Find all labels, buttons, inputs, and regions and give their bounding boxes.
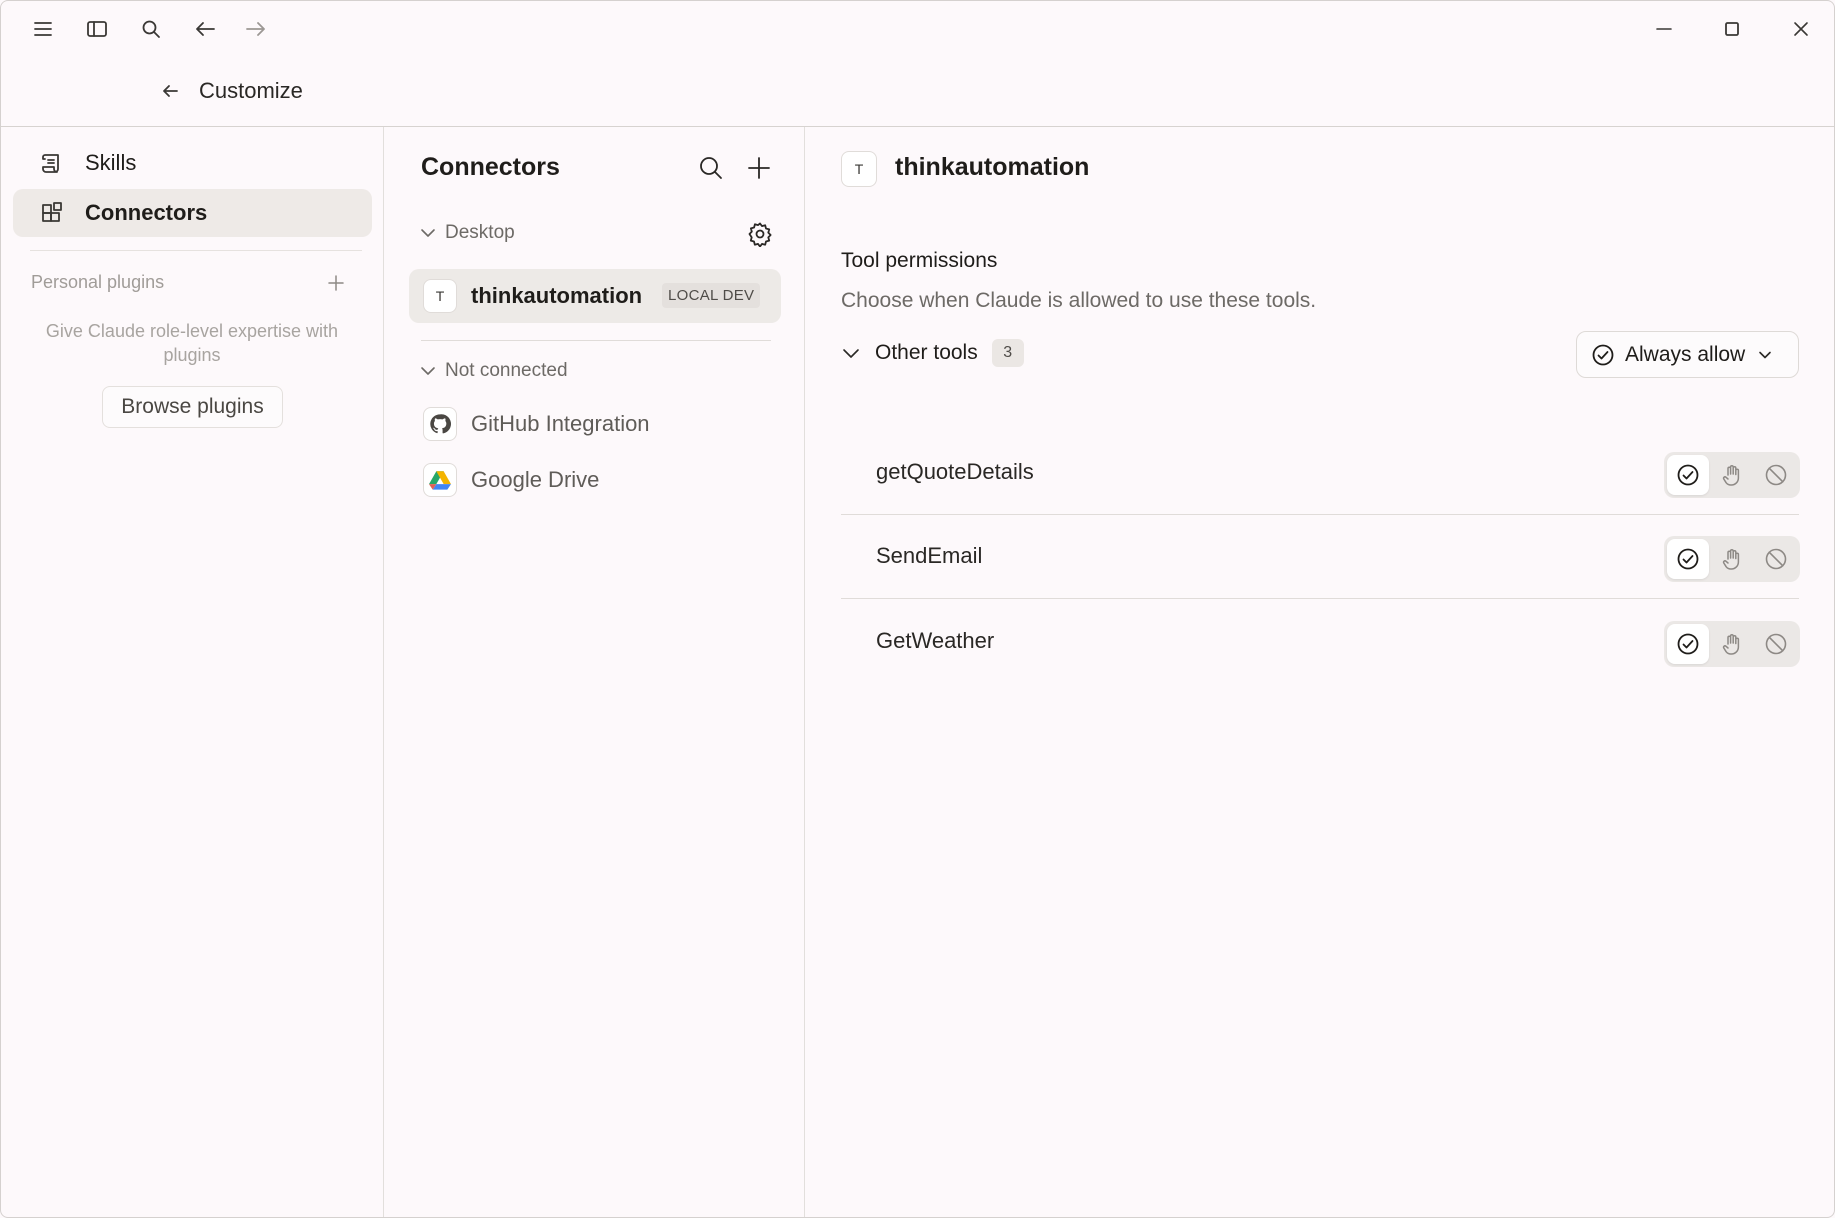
connector-initial: T — [841, 151, 877, 187]
desktop-settings-button[interactable] — [745, 219, 775, 249]
gear-icon — [748, 222, 772, 247]
search-icon — [700, 157, 722, 179]
forward-arrow-icon[interactable] — [242, 15, 270, 43]
allow-button[interactable] — [1667, 539, 1709, 579]
github-icon — [423, 407, 457, 441]
check-circle-icon — [1677, 548, 1699, 570]
permission-dropdown-label: Always allow — [1625, 342, 1746, 366]
sidebar: Skills Connectors Personal plugins Give … — [1, 127, 384, 1217]
check-circle-icon — [1592, 344, 1614, 365]
ask-button[interactable] — [1711, 455, 1753, 495]
sidebar-toggle-icon[interactable] — [83, 15, 111, 43]
tool-count-badge: 3 — [991, 339, 1024, 367]
connectors-panel: Connectors Desktop T thinkautomation LOC… — [385, 127, 805, 1217]
menu-icon[interactable] — [29, 15, 57, 43]
group-not-connected-toggle[interactable]: Not connected — [419, 357, 568, 385]
connector-name: thinkautomation — [471, 283, 643, 308]
connector-detail-panel: T thinkautomation Tool permissions Choos… — [806, 127, 1834, 1217]
check-circle-icon — [1677, 464, 1699, 486]
ban-icon — [1765, 464, 1787, 486]
sidebar-item-label: Skills — [85, 150, 137, 175]
chevron-down-icon — [1759, 351, 1772, 358]
ask-button[interactable] — [1711, 624, 1753, 664]
ban-icon — [1765, 633, 1787, 655]
tool-row: getQuoteDetails — [841, 431, 1800, 515]
plus-icon — [328, 275, 344, 291]
other-tools-label: Other tools — [875, 341, 978, 364]
tool-name: getQuoteDetails — [876, 459, 1034, 484]
back-button[interactable] — [156, 77, 184, 105]
group-desktop-toggle[interactable]: Desktop — [419, 219, 515, 247]
minimize-icon[interactable] — [1641, 11, 1687, 47]
back-arrow-icon[interactable] — [191, 15, 219, 43]
tool-permissions-title: Tool permissions — [841, 249, 998, 272]
browse-plugins-button[interactable]: Browse plugins — [102, 386, 283, 428]
check-circle-icon — [1677, 633, 1699, 655]
chevron-down-icon — [843, 349, 859, 358]
local-dev-badge: LOCAL DEV — [662, 283, 761, 308]
add-connector-button[interactable] — [744, 153, 774, 183]
plus-icon — [748, 157, 770, 179]
connectors-divider — [421, 340, 771, 341]
group-label: Not connected — [445, 360, 568, 381]
connector-initial: T — [423, 279, 457, 313]
row-divider — [841, 598, 1799, 599]
block-button[interactable] — [1755, 624, 1797, 664]
tool-name: GetWeather — [876, 628, 995, 653]
connector-item-google-drive[interactable]: Google Drive — [409, 453, 781, 507]
personal-plugins-label: Personal plugins — [31, 272, 165, 292]
chevron-down-icon — [421, 229, 435, 237]
app-window: Customize Skills Connectors Personal plu… — [0, 0, 1835, 1218]
sidebar-item-label: Connectors — [85, 200, 208, 225]
connector-name: Google Drive — [471, 467, 600, 492]
ask-button[interactable] — [1711, 539, 1753, 579]
scroll-icon — [39, 151, 65, 177]
ban-icon — [1765, 548, 1787, 570]
connector-item-github[interactable]: GitHub Integration — [409, 397, 781, 451]
connector-name: GitHub Integration — [471, 411, 650, 436]
maximize-icon[interactable] — [1709, 11, 1755, 47]
tool-row: SendEmail — [841, 515, 1800, 599]
hand-icon — [1722, 549, 1740, 570]
chevron-down-icon — [421, 367, 435, 375]
allow-button[interactable] — [1667, 624, 1709, 664]
block-button[interactable] — [1755, 455, 1797, 495]
permission-dropdown[interactable]: Always allow — [1576, 331, 1799, 378]
sidebar-item-skills[interactable]: Skills — [13, 139, 372, 187]
tool-name: SendEmail — [876, 543, 983, 568]
hand-icon — [1722, 465, 1740, 486]
permission-toggle-group — [1664, 621, 1800, 667]
sidebar-item-connectors[interactable]: Connectors — [13, 189, 372, 237]
permission-toggle-group — [1664, 536, 1800, 582]
connector-item-thinkautomation[interactable]: T thinkautomation LOCAL DEV — [409, 269, 781, 323]
page-header: Customize — [1, 61, 1834, 121]
connector-detail-title: thinkautomation — [895, 153, 1090, 181]
plugins-empty-description: Give Claude role-level expertise with pl… — [45, 321, 339, 365]
close-icon[interactable] — [1778, 11, 1824, 47]
blocks-icon — [39, 201, 65, 227]
block-button[interactable] — [1755, 539, 1797, 579]
other-tools-toggle[interactable]: Other tools 3 — [841, 335, 1024, 371]
permission-toggle-group — [1664, 452, 1800, 498]
sidebar-divider — [30, 250, 362, 251]
group-label: Desktop — [445, 222, 515, 243]
google-drive-icon — [423, 463, 457, 497]
tool-permissions-description: Choose when Claude is allowed to use the… — [841, 289, 1317, 312]
add-plugin-button[interactable] — [324, 271, 348, 295]
search-connectors-button[interactable] — [696, 153, 726, 183]
title-bar — [1, 1, 1834, 57]
hand-icon — [1722, 634, 1740, 655]
allow-button[interactable] — [1667, 455, 1709, 495]
page-title: Customize — [199, 78, 303, 103]
search-icon[interactable] — [137, 15, 165, 43]
connectors-title: Connectors — [421, 153, 560, 181]
tool-row: GetWeather — [841, 600, 1800, 684]
